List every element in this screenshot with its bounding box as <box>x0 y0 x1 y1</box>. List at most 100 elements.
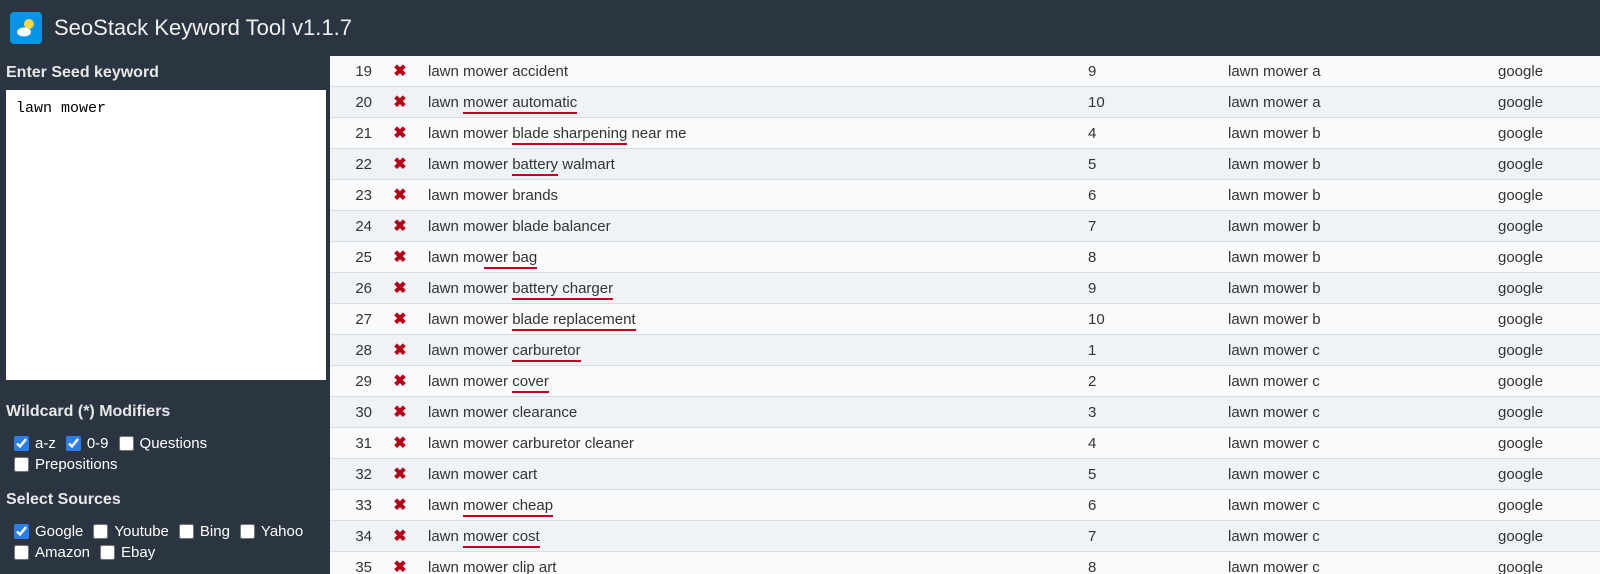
sources-label: Select Sources <box>0 483 330 517</box>
row-keyword[interactable]: lawn mower blade replacement <box>420 304 1080 335</box>
delete-icon[interactable]: ✖ <box>393 94 406 111</box>
row-delete-cell: ✖ <box>380 242 420 273</box>
table-row[interactable]: 20✖lawn mower automatic10lawn mower agoo… <box>330 87 1600 118</box>
delete-icon[interactable]: ✖ <box>393 373 406 390</box>
seed-input[interactable] <box>6 90 326 380</box>
row-source: google <box>1490 490 1600 521</box>
row-seed: lawn mower a <box>1220 87 1490 118</box>
table-row[interactable]: 34✖lawn mower cost7lawn mower cgoogle <box>330 521 1600 552</box>
cloud-sun-icon <box>14 16 38 40</box>
row-keyword[interactable]: lawn mower accident <box>420 56 1080 87</box>
row-source: google <box>1490 366 1600 397</box>
delete-icon[interactable]: ✖ <box>393 125 406 142</box>
delete-icon[interactable]: ✖ <box>393 218 406 235</box>
row-keyword[interactable]: lawn mower battery charger <box>420 273 1080 304</box>
row-keyword[interactable]: lawn mower blade sharpening near me <box>420 118 1080 149</box>
row-rank: 5 <box>1080 459 1220 490</box>
table-row[interactable]: 28✖lawn mower carburetor1lawn mower cgoo… <box>330 335 1600 366</box>
table-row[interactable]: 24✖lawn mower blade balancer7lawn mower … <box>330 211 1600 242</box>
row-keyword[interactable]: lawn mower battery walmart <box>420 149 1080 180</box>
table-row[interactable]: 21✖lawn mower blade sharpening near me4l… <box>330 118 1600 149</box>
row-keyword[interactable]: lawn mower clearance <box>420 397 1080 428</box>
row-rank: 9 <box>1080 56 1220 87</box>
source-google[interactable]: Google <box>14 523 83 540</box>
table-row[interactable]: 35✖lawn mower clip art8lawn mower cgoogl… <box>330 552 1600 574</box>
keyword-text: lawn <box>428 94 463 111</box>
row-keyword[interactable]: lawn mower carburetor <box>420 335 1080 366</box>
modifier-0-9[interactable]: 0-9 <box>66 435 109 452</box>
row-keyword[interactable]: lawn mower carburetor cleaner <box>420 428 1080 459</box>
row-keyword[interactable]: lawn mower clip art <box>420 552 1080 574</box>
row-source: google <box>1490 211 1600 242</box>
row-keyword[interactable]: lawn mower cheap <box>420 490 1080 521</box>
keyword-text: near me <box>627 125 686 142</box>
table-row[interactable]: 23✖lawn mower brands6lawn mower bgoogle <box>330 180 1600 211</box>
row-delete-cell: ✖ <box>380 490 420 521</box>
source-checkbox[interactable] <box>240 524 255 539</box>
row-rank: 4 <box>1080 428 1220 459</box>
row-rank: 5 <box>1080 149 1220 180</box>
row-keyword[interactable]: lawn mower bag <box>420 242 1080 273</box>
source-ebay[interactable]: Ebay <box>100 544 155 561</box>
table-row[interactable]: 22✖lawn mower battery walmart5lawn mower… <box>330 149 1600 180</box>
row-seed: lawn mower b <box>1220 304 1490 335</box>
table-row[interactable]: 19✖lawn mower accident9lawn mower agoogl… <box>330 56 1600 87</box>
delete-icon[interactable]: ✖ <box>393 528 406 545</box>
row-keyword[interactable]: lawn mower blade balancer <box>420 211 1080 242</box>
modifier-a-z[interactable]: a-z <box>14 435 56 452</box>
row-rank: 7 <box>1080 521 1220 552</box>
row-seed: lawn mower b <box>1220 149 1490 180</box>
source-amazon[interactable]: Amazon <box>14 544 90 561</box>
table-row[interactable]: 29✖lawn mower cover2lawn mower cgoogle <box>330 366 1600 397</box>
modifier-prepositions[interactable]: Prepositions <box>14 456 118 473</box>
delete-icon[interactable]: ✖ <box>393 249 406 266</box>
delete-icon[interactable]: ✖ <box>393 187 406 204</box>
source-checkbox[interactable] <box>14 545 29 560</box>
source-checkbox[interactable] <box>179 524 194 539</box>
row-delete-cell: ✖ <box>380 304 420 335</box>
modifier-checkbox[interactable] <box>66 436 81 451</box>
source-checkbox[interactable] <box>93 524 108 539</box>
row-keyword[interactable]: lawn mower cart <box>420 459 1080 490</box>
keyword-underlined: carburetor <box>512 342 580 362</box>
table-row[interactable]: 27✖lawn mower blade replacement10lawn mo… <box>330 304 1600 335</box>
source-bing[interactable]: Bing <box>179 523 230 540</box>
row-keyword[interactable]: lawn mower cover <box>420 366 1080 397</box>
app-logo <box>10 12 42 44</box>
delete-icon[interactable]: ✖ <box>393 404 406 421</box>
row-index: 30 <box>330 397 380 428</box>
table-row[interactable]: 30✖lawn mower clearance3lawn mower cgoog… <box>330 397 1600 428</box>
row-index: 34 <box>330 521 380 552</box>
delete-icon[interactable]: ✖ <box>393 559 406 574</box>
row-keyword[interactable]: lawn mower cost <box>420 521 1080 552</box>
delete-icon[interactable]: ✖ <box>393 342 406 359</box>
source-yahoo[interactable]: Yahoo <box>240 523 303 540</box>
row-keyword[interactable]: lawn mower brands <box>420 180 1080 211</box>
delete-icon[interactable]: ✖ <box>393 156 406 173</box>
row-seed: lawn mower c <box>1220 335 1490 366</box>
modifier-checkbox[interactable] <box>119 436 134 451</box>
source-checkbox[interactable] <box>100 545 115 560</box>
row-source: google <box>1490 273 1600 304</box>
modifier-checkbox[interactable] <box>14 457 29 472</box>
source-label: Bing <box>200 523 230 540</box>
source-checkbox[interactable] <box>14 524 29 539</box>
delete-icon[interactable]: ✖ <box>393 311 406 328</box>
row-delete-cell: ✖ <box>380 366 420 397</box>
table-row[interactable]: 26✖lawn mower battery charger9lawn mower… <box>330 273 1600 304</box>
delete-icon[interactable]: ✖ <box>393 63 406 80</box>
modifier-checkbox[interactable] <box>14 436 29 451</box>
table-row[interactable]: 25✖lawn mower bag8lawn mower bgoogle <box>330 242 1600 273</box>
row-rank: 10 <box>1080 304 1220 335</box>
delete-icon[interactable]: ✖ <box>393 280 406 297</box>
source-youtube[interactable]: Youtube <box>93 523 169 540</box>
keyword-underlined: battery <box>512 156 558 176</box>
modifier-questions[interactable]: Questions <box>119 435 208 452</box>
row-keyword[interactable]: lawn mower automatic <box>420 87 1080 118</box>
delete-icon[interactable]: ✖ <box>393 466 406 483</box>
table-row[interactable]: 33✖lawn mower cheap6lawn mower cgoogle <box>330 490 1600 521</box>
table-row[interactable]: 31✖lawn mower carburetor cleaner4lawn mo… <box>330 428 1600 459</box>
table-row[interactable]: 32✖lawn mower cart5lawn mower cgoogle <box>330 459 1600 490</box>
delete-icon[interactable]: ✖ <box>393 435 406 452</box>
delete-icon[interactable]: ✖ <box>393 497 406 514</box>
